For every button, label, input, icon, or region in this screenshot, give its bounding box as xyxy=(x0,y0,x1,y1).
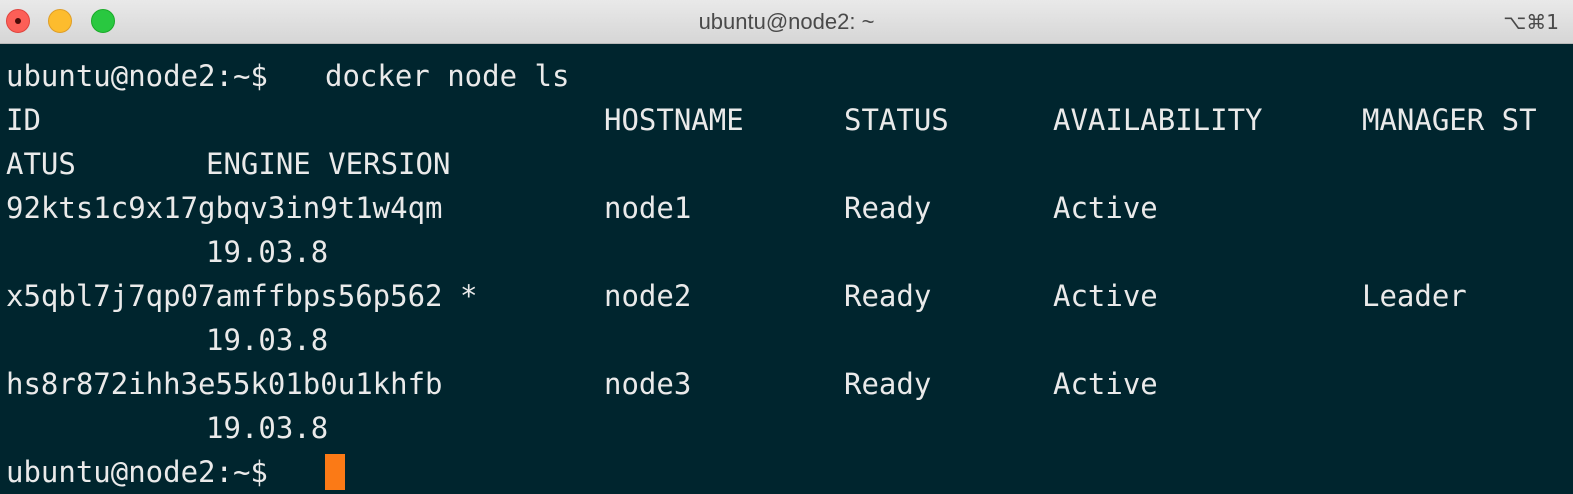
node-hostname: node1 xyxy=(604,191,692,225)
command-text: docker node ls xyxy=(325,59,570,93)
table-row-wrap: 19.03.8 xyxy=(6,406,1573,450)
header-availability: AVAILABILITY xyxy=(1053,103,1263,137)
node-status: Ready xyxy=(844,367,932,401)
header-manager-status-wrap: ATUS xyxy=(6,147,76,181)
table-row: hs8r872ihh3e55k01b0u1khfb node3 Ready Ac… xyxy=(6,362,1573,406)
node-availability: Active xyxy=(1053,191,1158,225)
table-header: ID HOSTNAME STATUS AVAILABILITY MANAGER … xyxy=(6,98,1573,142)
node-engine-version: 19.03.8 xyxy=(206,235,329,269)
terminal-output[interactable]: ubuntu@node2:~$ docker node ls ID HOSTNA… xyxy=(6,54,1573,494)
header-manager-status: MANAGER ST xyxy=(1362,103,1537,137)
prompt-line[interactable]: ubuntu@node2:~$ xyxy=(6,450,1573,494)
table-row: x5qbl7j7qp07amffbps56p562 * node2 Ready … xyxy=(6,274,1573,318)
node-engine-version: 19.03.8 xyxy=(206,323,329,357)
table-header-wrap: ATUS ENGINE VERSION xyxy=(6,142,1573,186)
node-manager-status: Leader xyxy=(1362,279,1467,313)
node-id: x5qbl7j7qp07amffbps56p562 * xyxy=(6,279,478,313)
header-hostname: HOSTNAME xyxy=(604,103,744,137)
table-row: 92kts1c9x17gbqv3in9t1w4qm node1 Ready Ac… xyxy=(6,186,1573,230)
node-engine-version: 19.03.8 xyxy=(206,411,329,445)
terminal-window: ubuntu@node2: ~ ⌥⌘1 ubuntu@node2:~$ dock… xyxy=(0,0,1573,494)
title-bar: ubuntu@node2: ~ ⌥⌘1 xyxy=(0,0,1573,44)
table-row-wrap: 19.03.8 xyxy=(6,230,1573,274)
prompt: ubuntu@node2:~$ xyxy=(6,455,268,489)
node-id: hs8r872ihh3e55k01b0u1khfb xyxy=(6,367,443,401)
text-cursor xyxy=(325,454,345,490)
header-engine-version: ENGINE VERSION xyxy=(206,147,451,181)
node-hostname: node3 xyxy=(604,367,692,401)
prompt: ubuntu@node2:~$ xyxy=(6,59,268,93)
tab-shortcut-label: ⌥⌘1 xyxy=(1503,10,1559,34)
node-availability: Active xyxy=(1053,279,1158,313)
header-id: ID xyxy=(6,103,41,137)
node-status: Ready xyxy=(844,191,932,225)
node-id: 92kts1c9x17gbqv3in9t1w4qm xyxy=(6,191,443,225)
node-status: Ready xyxy=(844,279,932,313)
node-hostname: node2 xyxy=(604,279,692,313)
node-availability: Active xyxy=(1053,367,1158,401)
table-row-wrap: 19.03.8 xyxy=(6,318,1573,362)
header-status: STATUS xyxy=(844,103,949,137)
window-title: ubuntu@node2: ~ xyxy=(698,9,875,34)
command-line: ubuntu@node2:~$ docker node ls xyxy=(6,54,1573,98)
